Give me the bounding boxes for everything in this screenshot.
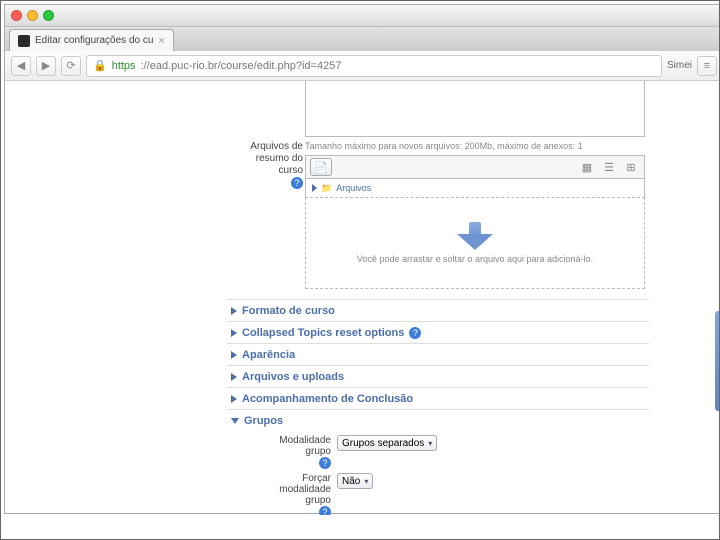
- section-title: Acompanhamento de Conclusão: [242, 393, 413, 405]
- section-collapsed-topics-reset[interactable]: Collapsed Topics reset options ?: [227, 321, 649, 343]
- settings-sections: Formato de curso Collapsed Topics reset …: [227, 299, 649, 515]
- help-icon[interactable]: ?: [319, 506, 331, 515]
- label-text: Forçar modalidade grupo: [279, 473, 331, 506]
- chrome-menu-button[interactable]: ≡: [697, 56, 717, 76]
- select-modalidade-grupo[interactable]: Grupos separados ▾: [337, 435, 437, 451]
- page-content: Arquivos de resumo do curso ? Tamanho má…: [5, 81, 720, 515]
- close-tab-icon[interactable]: ×: [158, 35, 164, 47]
- select-arrow-icon: ▾: [428, 439, 432, 448]
- tab-title: Editar configurações do cu: [35, 35, 153, 46]
- label-modalidade-grupo: Modalidade grupo ?: [267, 435, 337, 469]
- label-text: Modalidade grupo: [279, 435, 331, 457]
- summary-editor[interactable]: [305, 81, 645, 137]
- reload-icon: ⟳: [66, 59, 75, 72]
- section-aparencia[interactable]: Aparência: [227, 343, 649, 365]
- caret-right-icon: [231, 307, 237, 315]
- browser-toolbar: ◀ ▶ ⟳ 🔒 https ://ead.puc-rio.br/course/e…: [5, 51, 720, 81]
- browser-tab[interactable]: Editar configurações do cu ×: [9, 29, 174, 51]
- select-arrow-icon: ▾: [364, 477, 368, 486]
- scrollbar-thumb[interactable]: [715, 311, 720, 411]
- section-title: Grupos: [244, 415, 283, 427]
- lock-icon: 🔒: [93, 59, 107, 72]
- reload-button[interactable]: ⟳: [61, 56, 81, 76]
- label-text: Arquivos de resumo do curso: [250, 141, 303, 176]
- select-value: Grupos separados: [342, 438, 424, 449]
- select-value: Não: [342, 476, 360, 487]
- document-icon: 📄: [314, 161, 328, 174]
- help-icon[interactable]: ?: [291, 177, 303, 189]
- view-list-button[interactable]: ☰: [600, 159, 618, 175]
- forward-button[interactable]: ▶: [36, 56, 56, 76]
- address-bar[interactable]: 🔒 https ://ead.puc-rio.br/course/edit.ph…: [86, 55, 662, 77]
- select-forcar-modalidade[interactable]: Não ▾: [337, 473, 373, 489]
- filepicker-breadcrumb[interactable]: 📁 Arquivos: [305, 179, 645, 197]
- profile-name[interactable]: Simei: [667, 60, 692, 71]
- download-arrow-icon: [455, 222, 495, 250]
- view-tree-button[interactable]: ⊞: [622, 159, 640, 175]
- back-button[interactable]: ◀: [11, 56, 31, 76]
- section-title: Formato de curso: [242, 305, 335, 317]
- url-path: ://ead.puc-rio.br/course/edit.php?id=425…: [141, 60, 342, 72]
- caret-right-icon: [231, 329, 237, 337]
- label-arquivos-resumo: Arquivos de resumo do curso ?: [231, 141, 303, 190]
- section-arquivos-uploads[interactable]: Arquivos e uploads: [227, 365, 649, 387]
- help-icon[interactable]: ?: [409, 327, 421, 339]
- section-grupos[interactable]: Grupos: [227, 409, 649, 431]
- caret-down-icon: [231, 418, 239, 424]
- add-file-button[interactable]: 📄: [310, 158, 332, 176]
- help-icon[interactable]: ?: [319, 457, 331, 469]
- section-title: Aparência: [242, 349, 295, 361]
- section-formato-de-curso[interactable]: Formato de curso: [227, 299, 649, 321]
- filepicker-toolbar: 📄 ▦ ☰ ⊞: [305, 155, 645, 179]
- chevron-right-icon: ▶: [42, 59, 50, 72]
- section-title: Arquivos e uploads: [242, 371, 344, 383]
- tab-strip: Editar configurações do cu ×: [5, 27, 720, 51]
- file-drop-zone[interactable]: Você pode arrastar e soltar o arquivo aq…: [305, 197, 645, 289]
- caret-right-icon: [231, 373, 237, 381]
- breadcrumb-caret-icon: [312, 184, 317, 192]
- caret-right-icon: [231, 395, 237, 403]
- drop-hint: Você pode arrastar e soltar o arquivo aq…: [357, 254, 593, 264]
- file-size-hint: Tamanho máximo para novos arquivos: 200M…: [305, 141, 645, 151]
- section-title: Collapsed Topics reset options: [242, 327, 404, 339]
- chevron-left-icon: ◀: [17, 59, 25, 72]
- section-acompanhamento-conclusao[interactable]: Acompanhamento de Conclusão: [227, 387, 649, 409]
- breadcrumb-label: Arquivos: [336, 183, 371, 193]
- url-scheme: https: [112, 60, 136, 72]
- favicon: [18, 35, 30, 47]
- zoom-window-button[interactable]: [43, 10, 54, 21]
- grupos-body: Modalidade grupo ? Grupos separados ▾ Fo…: [227, 431, 649, 515]
- caret-right-icon: [231, 351, 237, 359]
- close-window-button[interactable]: [11, 10, 22, 21]
- minimize-window-button[interactable]: [27, 10, 38, 21]
- label-forcar-modalidade: Forçar modalidade grupo ?: [267, 473, 337, 515]
- view-icons-button[interactable]: ▦: [578, 159, 596, 175]
